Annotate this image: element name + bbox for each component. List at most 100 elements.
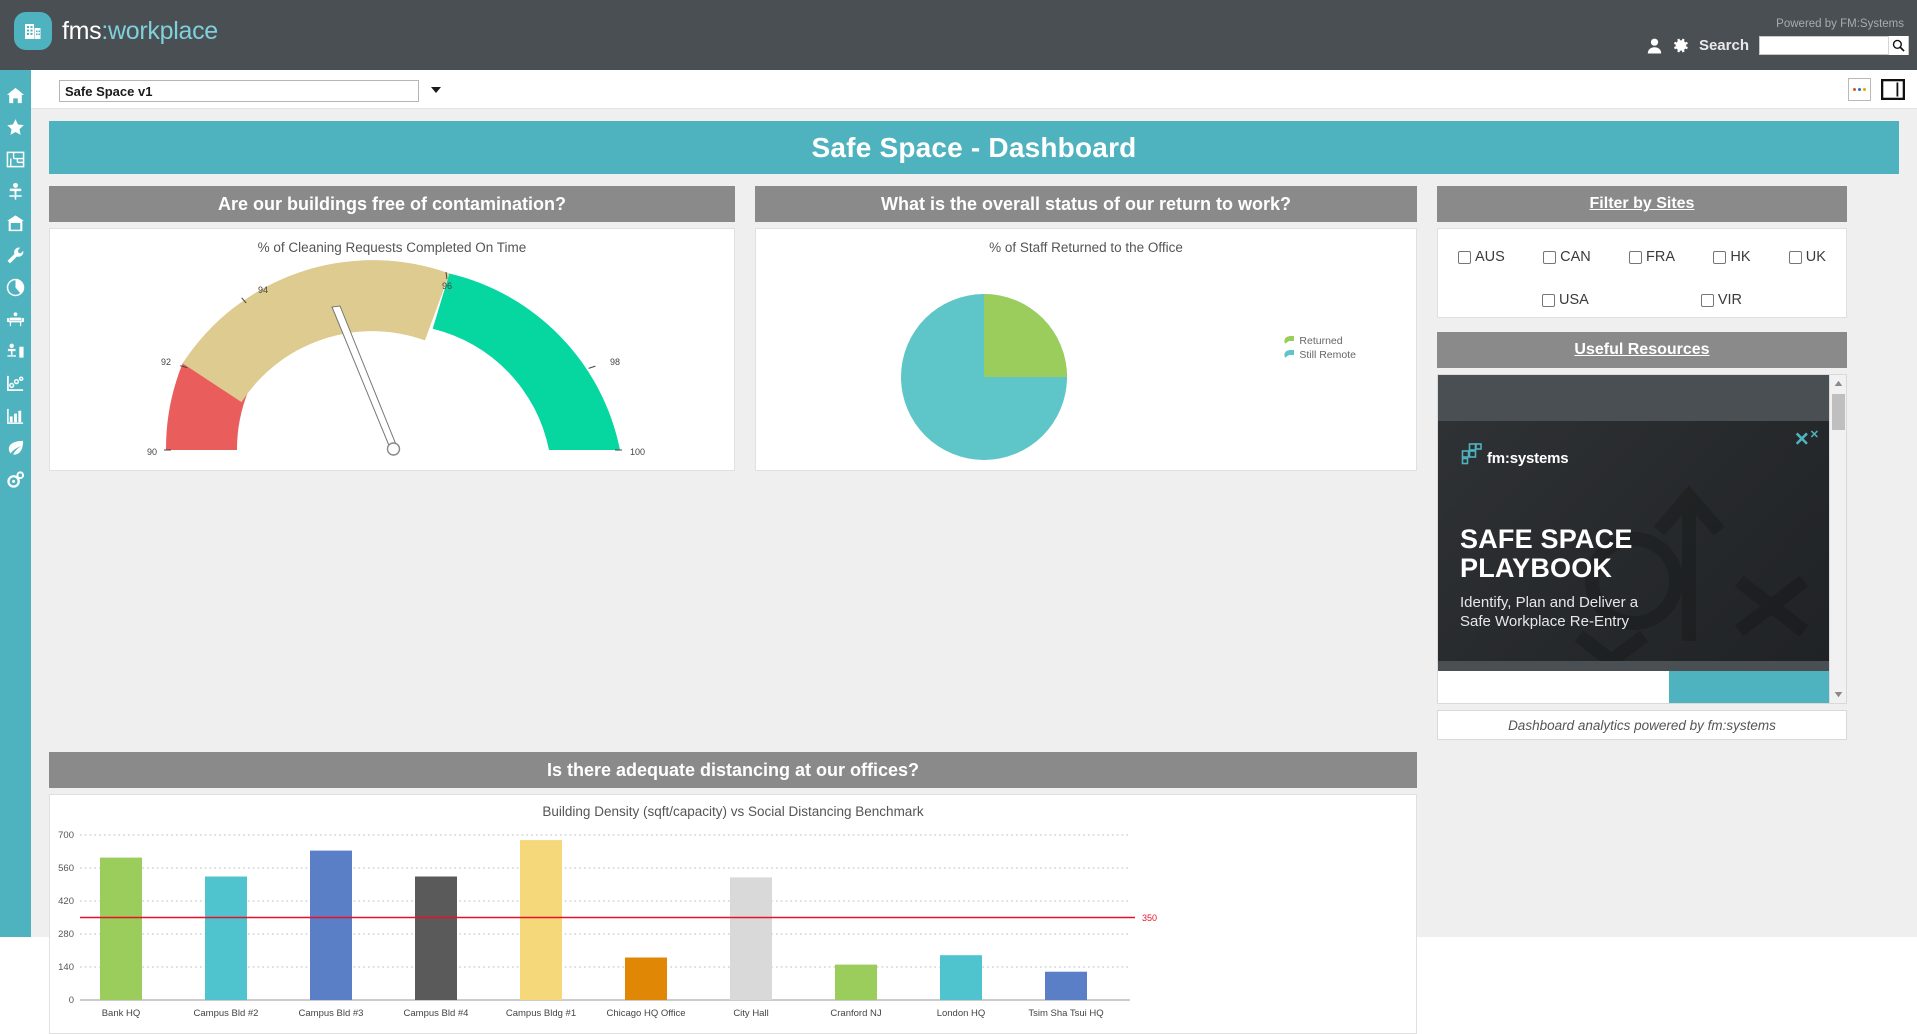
playbook-sub-line2: Safe Workplace Re-Entry bbox=[1460, 613, 1629, 630]
dashboard-version-select[interactable]: Safe Space v1 bbox=[59, 80, 419, 102]
checkbox-box-icon[interactable] bbox=[1788, 250, 1802, 264]
scroll-down-icon[interactable] bbox=[1830, 686, 1846, 703]
useful-resources-card: ✕✕ fm:systems SAFE SPACE PLAYBOOK Identi… bbox=[1437, 374, 1847, 704]
sidebar-item-home[interactable] bbox=[3, 83, 29, 108]
bar-chart[interactable]: 700 560 420 280 140 0 350 Bank HQ Campus… bbox=[50, 827, 1418, 1032]
checkbox-fra[interactable]: FRA bbox=[1629, 249, 1675, 265]
sidebar-item-building[interactable] bbox=[3, 211, 29, 236]
bar-chicago-hq-office bbox=[625, 957, 667, 1000]
x-label-6: City Hall bbox=[733, 1008, 768, 1019]
gear-icon[interactable] bbox=[1672, 37, 1689, 54]
logo-fms-text: fms bbox=[62, 16, 102, 45]
right-rail: Filter by Sites AUS CAN FRA HK UK USA VI… bbox=[1437, 186, 1847, 740]
return-question-header: What is the overall status of our return… bbox=[755, 186, 1417, 222]
filter-row-1: AUS CAN FRA HK UK bbox=[1452, 249, 1832, 265]
x-label-8: London HQ bbox=[937, 1008, 986, 1019]
checkbox-uk[interactable]: UK bbox=[1788, 249, 1826, 265]
legend-item-still-remote[interactable]: Still Remote bbox=[1284, 345, 1356, 362]
x-label-7: Cranford NJ bbox=[830, 1008, 881, 1019]
checkbox-box-icon[interactable] bbox=[1542, 293, 1555, 307]
playbook-heading-line1: SAFE SPACE bbox=[1460, 524, 1633, 554]
sidebar-item-sustainability-leaf[interactable] bbox=[3, 435, 29, 460]
top-navigation-bar: fms:workplace Powered by FM:Systems Sear… bbox=[0, 0, 1917, 70]
pie-slice-icon bbox=[1284, 331, 1299, 346]
sidebar-item-maintenance-wrench[interactable] bbox=[3, 243, 29, 268]
y-tick-0: 0 bbox=[69, 995, 74, 1006]
more-options-button[interactable] bbox=[1848, 78, 1871, 101]
distancing-panel: Is there adequate distancing at our offi… bbox=[49, 752, 1417, 1034]
checkbox-box-icon[interactable] bbox=[1700, 293, 1714, 307]
dashboard-toolbar: Safe Space v1 bbox=[31, 70, 1917, 109]
checkbox-box-icon[interactable] bbox=[1713, 250, 1727, 264]
fm-systems-logo: fm:systems bbox=[1460, 443, 1569, 467]
contamination-question-header: Are our buildings free of contamination? bbox=[49, 186, 735, 222]
fm-systems-mark-icon bbox=[1461, 443, 1482, 465]
dashboard-canvas: Safe Space - Dashboard Are our buildings… bbox=[31, 109, 1917, 1034]
checkbox-label-uk: UK bbox=[1805, 249, 1826, 265]
return-to-work-panel: What is the overall status of our return… bbox=[755, 186, 1417, 740]
app-logo[interactable]: fms:workplace bbox=[14, 12, 218, 50]
left-sidebar bbox=[0, 70, 31, 937]
search-icon[interactable] bbox=[1888, 36, 1908, 55]
bar-campus-bld-3 bbox=[310, 850, 352, 1000]
pie-legend: Returned Still Remote bbox=[1284, 331, 1356, 362]
checkbox-label-usa: USA bbox=[1559, 292, 1589, 308]
search-input[interactable] bbox=[1760, 37, 1888, 54]
sidebar-item-line-chart[interactable] bbox=[3, 371, 29, 396]
filter-row-2: USA VIR bbox=[1452, 292, 1832, 308]
x-label-2: Campus Bld #3 bbox=[299, 1008, 364, 1019]
pie-chart-card: % of Staff Returned to the Office Return… bbox=[755, 228, 1417, 471]
search-label: Search bbox=[1698, 37, 1749, 54]
playbook-sub-line1: Identify, Plan and Deliver a bbox=[1460, 594, 1639, 611]
scroll-up-icon[interactable] bbox=[1830, 375, 1846, 392]
pie-chart-title: % of Staff Returned to the Office bbox=[989, 240, 1183, 255]
checkbox-box-icon[interactable] bbox=[1458, 250, 1471, 264]
legend-label-returned: Returned bbox=[1299, 335, 1343, 347]
scrollbar-thumb[interactable] bbox=[1832, 394, 1845, 430]
gauge-chart[interactable]: 90 92 94 96 98 100 bbox=[50, 255, 736, 460]
useful-resources-header[interactable]: Useful Resources bbox=[1437, 332, 1847, 368]
close-icon[interactable]: ✕✕ bbox=[1794, 430, 1819, 450]
checkbox-box-icon[interactable] bbox=[1629, 250, 1643, 264]
site-filter-card: AUS CAN FRA HK UK USA VIR bbox=[1437, 228, 1847, 318]
playbook-heading-line2: PLAYBOOK bbox=[1460, 553, 1613, 583]
checkbox-hk[interactable]: HK bbox=[1713, 249, 1751, 265]
playbook-subheading: Identify, Plan and Deliver a Safe Workpl… bbox=[1460, 593, 1638, 631]
checkbox-box-icon[interactable] bbox=[1543, 250, 1557, 264]
x-label-5: Chicago HQ Office bbox=[606, 1008, 685, 1019]
sidebar-item-pie-chart[interactable] bbox=[3, 275, 29, 300]
sidebar-item-workspace-chair[interactable] bbox=[3, 179, 29, 204]
checkbox-vir[interactable]: VIR bbox=[1700, 292, 1742, 308]
benchmark-label: 350 bbox=[1142, 913, 1157, 923]
filter-by-sites-header[interactable]: Filter by Sites bbox=[1437, 186, 1847, 222]
chevron-down-icon bbox=[431, 87, 441, 93]
sidebar-item-meeting-room[interactable] bbox=[3, 307, 29, 332]
bar-chart-card: Building Density (sqft/capacity) vs Soci… bbox=[49, 794, 1417, 1034]
sidebar-item-desk-move[interactable] bbox=[3, 339, 29, 364]
checkbox-usa[interactable]: USA bbox=[1542, 292, 1589, 308]
resources-viewport: ✕✕ fm:systems SAFE SPACE PLAYBOOK Identi… bbox=[1438, 375, 1829, 703]
sidebar-item-admin-gears[interactable] bbox=[3, 467, 29, 492]
search-box[interactable] bbox=[1759, 36, 1909, 55]
resources-scrollbar[interactable] bbox=[1829, 375, 1846, 703]
bar-city-hall bbox=[730, 877, 772, 1000]
gauge-tick-94: 94 bbox=[258, 285, 268, 295]
gauge-chart-card: % of Cleaning Requests Completed On Time bbox=[49, 228, 735, 471]
toggle-panel-button[interactable] bbox=[1880, 78, 1906, 101]
checkbox-label-aus: AUS bbox=[1475, 249, 1505, 265]
legend-item-returned[interactable]: Returned bbox=[1284, 331, 1356, 348]
fm-systems-logo-text: fm:systems bbox=[1487, 450, 1569, 467]
bar-cranford-nj bbox=[835, 964, 877, 1000]
checkbox-label-vir: VIR bbox=[1717, 292, 1742, 308]
sidebar-item-floorplan[interactable] bbox=[3, 147, 29, 172]
playbook-heading: SAFE SPACE PLAYBOOK bbox=[1460, 525, 1633, 583]
safe-space-playbook-banner[interactable]: ✕✕ fm:systems SAFE SPACE PLAYBOOK Identi… bbox=[1438, 421, 1829, 661]
y-tick-560: 560 bbox=[58, 863, 74, 874]
x-label-0: Bank HQ bbox=[102, 1008, 141, 1019]
bar-series bbox=[100, 840, 1087, 1000]
sidebar-item-building-chart[interactable] bbox=[3, 403, 29, 428]
sidebar-item-favorites[interactable] bbox=[3, 115, 29, 140]
user-icon[interactable] bbox=[1647, 38, 1662, 54]
checkbox-aus[interactable]: AUS bbox=[1458, 249, 1505, 265]
checkbox-can[interactable]: CAN bbox=[1543, 249, 1591, 265]
